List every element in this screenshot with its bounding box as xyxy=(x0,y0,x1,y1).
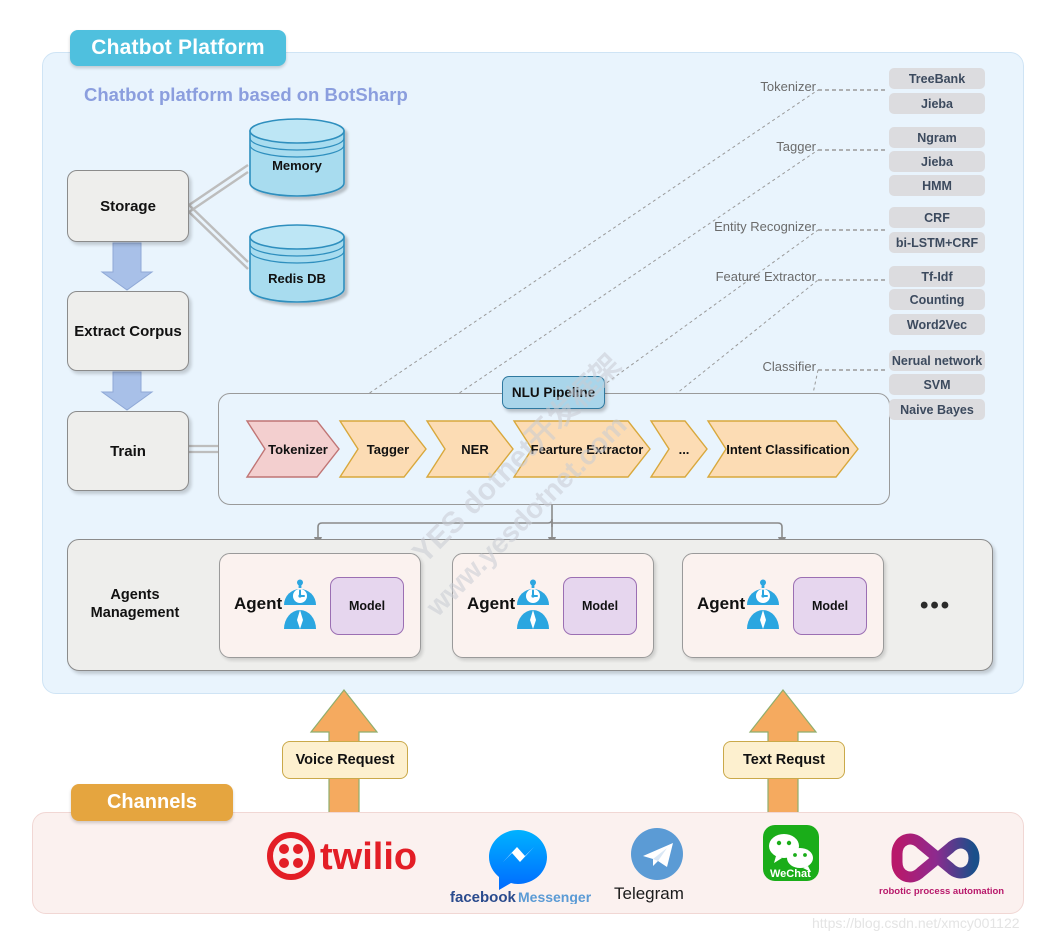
voice-request-label: Voice Request xyxy=(282,741,408,779)
svg-text:facebook: facebook xyxy=(450,889,517,904)
algorithm-badge[interactable]: HMM xyxy=(889,175,985,196)
twilio-wordmark: twilio xyxy=(320,836,417,878)
rpa-tagline: robotic process automation xyxy=(879,886,1004,897)
nlu-pipeline-badge: NLU Pipeline xyxy=(502,376,605,409)
robot-icon xyxy=(284,579,316,629)
rpa-infinity-logo-icon: robotic process automation xyxy=(879,833,1004,897)
anchor-label-tagger: Tagger xyxy=(776,139,816,154)
channel-wechat[interactable]: WeChat xyxy=(710,822,870,904)
channel-facebook-messenger[interactable]: facebook Messenger xyxy=(438,822,598,906)
algorithm-badge[interactable]: Tf-Idf xyxy=(889,266,985,287)
chevron-shape xyxy=(649,420,708,478)
pipeline-stage-tokenizer[interactable]: Tokenizer xyxy=(245,420,340,478)
node-train-label: Train xyxy=(110,442,146,460)
pipeline-stage-feature-extractor[interactable]: Fearture Extractor xyxy=(512,420,651,478)
algorithm-badge[interactable]: CRF xyxy=(889,207,985,228)
channels-badge: Channels xyxy=(71,784,233,821)
algorithm-badge[interactable]: Naive Bayes xyxy=(889,399,985,420)
chevron-shape xyxy=(706,420,859,478)
anchor-label-classifier: Classifier xyxy=(762,359,816,374)
watermark-url: https://blog.csdn.net/xmcy001122 xyxy=(812,915,1020,931)
twilio-logo-icon: twilio xyxy=(267,832,417,880)
robot-icon xyxy=(517,579,549,629)
anchor-label-entity-recognizer: Entity Recognizer xyxy=(714,219,816,234)
database-redis[interactable]: Redis DB xyxy=(248,224,346,303)
agent-model-box[interactable]: Model xyxy=(563,577,637,635)
node-train[interactable]: Train xyxy=(67,411,189,491)
algorithm-badge[interactable]: Counting xyxy=(889,289,985,310)
node-extract-corpus-label: Extract Corpus xyxy=(74,322,182,340)
channel-twilio[interactable]: twilio xyxy=(262,822,422,904)
agent-card-label: Agent xyxy=(234,594,283,613)
pipeline-stage-intent-classification[interactable]: Intent Classification xyxy=(706,420,859,478)
facebook-messenger-logo-icon: facebook Messenger xyxy=(450,830,592,906)
algorithm-badge[interactable]: Jieba xyxy=(889,93,985,114)
node-storage-label: Storage xyxy=(100,197,156,215)
svg-text:WeChat: WeChat xyxy=(770,868,811,880)
platform-badge: Chatbot Platform xyxy=(70,30,286,66)
algorithm-badge[interactable]: Word2Vec xyxy=(889,314,985,335)
agents-more-indicator: ••• xyxy=(920,592,952,619)
agent-card[interactable]: Agent Model xyxy=(219,553,421,658)
algorithm-badge[interactable]: bi-LSTM+CRF xyxy=(889,232,985,253)
database-redis-label: Redis DB xyxy=(268,271,326,286)
pipeline-stage-more[interactable]: ... xyxy=(649,420,708,478)
agents-management-title-line1: Agents xyxy=(110,587,160,603)
algorithm-badge[interactable]: Nerual network xyxy=(889,350,985,371)
anchor-label-feature-extractor: Feature Extractor xyxy=(715,269,816,284)
node-extract-corpus[interactable]: Extract Corpus xyxy=(67,291,189,371)
cylinder-icon xyxy=(249,118,345,197)
robot-icon xyxy=(747,579,779,629)
wechat-logo-icon: WeChat xyxy=(763,825,819,881)
agent-model-box[interactable]: Model xyxy=(793,577,867,635)
algorithm-badge[interactable]: Ngram xyxy=(889,127,985,148)
anchor-label-tokenizer: Tokenizer xyxy=(760,79,816,94)
chevron-shape xyxy=(338,420,427,478)
chevron-shape xyxy=(245,420,340,478)
platform-subtitle: Chatbot platform based on BotSharp xyxy=(84,84,408,105)
agent-card[interactable]: Agent Model xyxy=(452,553,654,658)
text-request-label: Text Requst xyxy=(723,741,845,779)
database-memory-label: Memory xyxy=(272,158,322,173)
algorithm-badge[interactable]: Jieba xyxy=(889,151,985,172)
agent-card-label: Agent xyxy=(467,594,516,613)
channel-rpa[interactable]: robotic process automation xyxy=(855,822,1015,904)
pipeline-stage-ner[interactable]: NER xyxy=(425,420,514,478)
agents-management-title: Agents Management xyxy=(85,586,185,622)
agent-card-label: Agent xyxy=(697,594,746,613)
database-memory[interactable]: Memory xyxy=(248,118,346,197)
agents-management-title-line2: Management xyxy=(90,605,180,621)
cylinder-icon xyxy=(249,224,345,303)
chevron-shape xyxy=(512,420,651,478)
svg-text:Telegram: Telegram xyxy=(614,884,684,903)
pipeline-stage-tagger[interactable]: Tagger xyxy=(338,420,427,478)
algorithm-badge[interactable]: TreeBank xyxy=(889,68,985,89)
agent-card[interactable]: Agent Model xyxy=(682,553,884,658)
node-storage[interactable]: Storage xyxy=(67,170,189,242)
chevron-shape xyxy=(425,420,514,478)
agent-model-box[interactable]: Model xyxy=(330,577,404,635)
algorithm-badge[interactable]: SVM xyxy=(889,374,985,395)
